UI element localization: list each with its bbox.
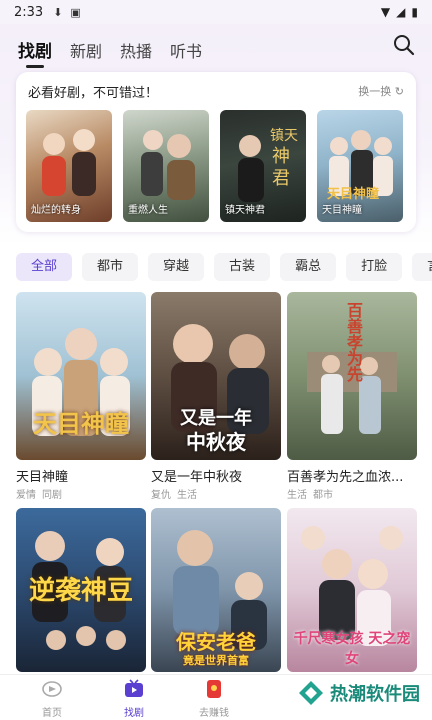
chip-face-slap[interactable]: 打脸 <box>346 253 403 281</box>
search-button[interactable] <box>392 33 416 57</box>
search-icon <box>394 35 415 56</box>
recommend-item-title: 天目神瞳 <box>322 205 362 216</box>
tv-icon <box>125 679 143 697</box>
drama-tags: 生活 都市 <box>287 486 333 501</box>
nav-home[interactable]: 首页 <box>22 679 82 719</box>
nav-find-drama-label: 找剧 <box>124 708 144 719</box>
drama-poster[interactable]: 逆袭神豆 <box>16 508 146 672</box>
drama-poster[interactable]: 千尺寒女孩 天之宠女 <box>287 508 417 672</box>
chip-romance[interactable]: 言 <box>412 253 432 281</box>
watermark: 热潮软件园 <box>298 680 420 706</box>
drama-title[interactable]: 又是一年中秋夜 <box>151 466 281 485</box>
svg-text:君: 君 <box>272 168 290 189</box>
poster-title-art: 天目神瞳 <box>33 409 129 438</box>
nav-earn-label: 去赚钱 <box>199 708 229 719</box>
drama-tags: 爱情 同剧 <box>16 486 62 501</box>
chip-urban[interactable]: 都市 <box>82 253 139 281</box>
tab-hot[interactable]: 热播 <box>120 38 152 62</box>
download-icon: ⬇ <box>53 5 63 19</box>
drama-tag: 生活 <box>177 490 197 501</box>
refresh-icon: ↻ <box>394 85 404 98</box>
red-envelope-icon <box>207 680 221 698</box>
drama-title[interactable]: 天目神瞳 <box>16 466 146 485</box>
nav-find-drama[interactable]: 找剧 <box>104 679 164 719</box>
drama-poster[interactable]: 百善孝为先 <box>287 292 417 460</box>
recommend-item-title: 镇天神君 <box>225 205 265 216</box>
recommend-item[interactable]: 天目神瞳 天目神瞳 <box>317 110 403 222</box>
recommend-item[interactable]: 重燃人生 <box>123 110 209 222</box>
recommend-card: 必看好剧，不可错过！ 换一换 ↻ 灿烂的转身 重燃人生 镇天 神 君 镇天神君 … <box>16 72 416 232</box>
recommend-item-title: 重燃人生 <box>128 205 168 216</box>
battery-icon: ▮ <box>411 5 418 19</box>
recommend-title: 必看好剧，不可错过！ <box>28 86 159 101</box>
status-bar: 2:33 ⬇ ▣ ▼ ◢ ▮ <box>0 0 432 24</box>
poster-title-art: 竟是世界首富 <box>183 654 249 667</box>
watermark-text: 热潮软件园 <box>330 684 420 705</box>
watermark-logo <box>299 681 323 705</box>
svg-text:天目神瞳: 天目神瞳 <box>327 186 379 202</box>
drama-poster[interactable]: 保安老爸 竟是世界首富 <box>151 508 281 672</box>
drama-title[interactable]: 百善孝为先之血浓... <box>287 466 417 485</box>
drama-poster[interactable]: 又是一年 中秋夜 <box>151 292 281 460</box>
drama-tags: 复仇 生活 <box>151 486 197 501</box>
status-time: 2:33 <box>14 4 44 20</box>
recommend-item[interactable]: 灿烂的转身 <box>26 110 112 222</box>
notification-icon: ▣ <box>70 5 81 19</box>
drama-tag: 都市 <box>313 490 333 501</box>
tab-audiobook[interactable]: 听书 <box>170 38 202 62</box>
chip-time-travel[interactable]: 穿越 <box>148 253 205 281</box>
status-right: ▼ ◢ ▮ <box>381 5 418 19</box>
signal-icon: ◢ <box>396 5 406 19</box>
refresh-button[interactable]: 换一换 ↻ <box>358 83 404 99</box>
refresh-label: 换一换 <box>358 85 392 98</box>
poster-title-art: 中秋夜 <box>186 430 246 454</box>
tab-find-drama[interactable]: 找剧 <box>18 37 52 68</box>
wifi-icon: ▼ <box>380 5 391 19</box>
nav-home-label: 首页 <box>42 708 62 719</box>
recommend-item-title: 灿烂的转身 <box>31 205 81 216</box>
drama-tag: 同剧 <box>42 490 62 501</box>
recommend-item[interactable]: 镇天 神 君 镇天神君 <box>220 110 306 222</box>
home-icon <box>42 681 62 697</box>
drama-poster[interactable]: 天目神瞳 <box>16 292 146 460</box>
poster-title-art: 保安老爸 <box>176 630 256 654</box>
tab-new-drama[interactable]: 新剧 <box>70 38 102 62</box>
poster-title-art: 百善孝为先 <box>344 302 363 382</box>
category-chips: 全部 都市 穿越 古装 霸总 打脸 言 <box>16 253 432 283</box>
svg-text:神: 神 <box>272 146 290 167</box>
drama-tag: 爱情 <box>16 490 36 501</box>
nav-earn[interactable]: 去赚钱 <box>184 679 244 719</box>
drama-tag: 生活 <box>287 490 307 501</box>
chip-costume[interactable]: 古装 <box>214 253 271 281</box>
top-tabs: 找剧 新剧 热播 听书 <box>18 32 202 68</box>
chip-all[interactable]: 全部 <box>16 253 73 281</box>
poster-title-art: 千尺寒女孩 天之宠女 <box>293 631 411 667</box>
drama-tag: 复仇 <box>151 490 171 501</box>
chip-ceo[interactable]: 霸总 <box>280 253 337 281</box>
poster-title-art: 逆袭神豆 <box>28 576 133 606</box>
svg-text:镇天: 镇天 <box>270 128 298 144</box>
